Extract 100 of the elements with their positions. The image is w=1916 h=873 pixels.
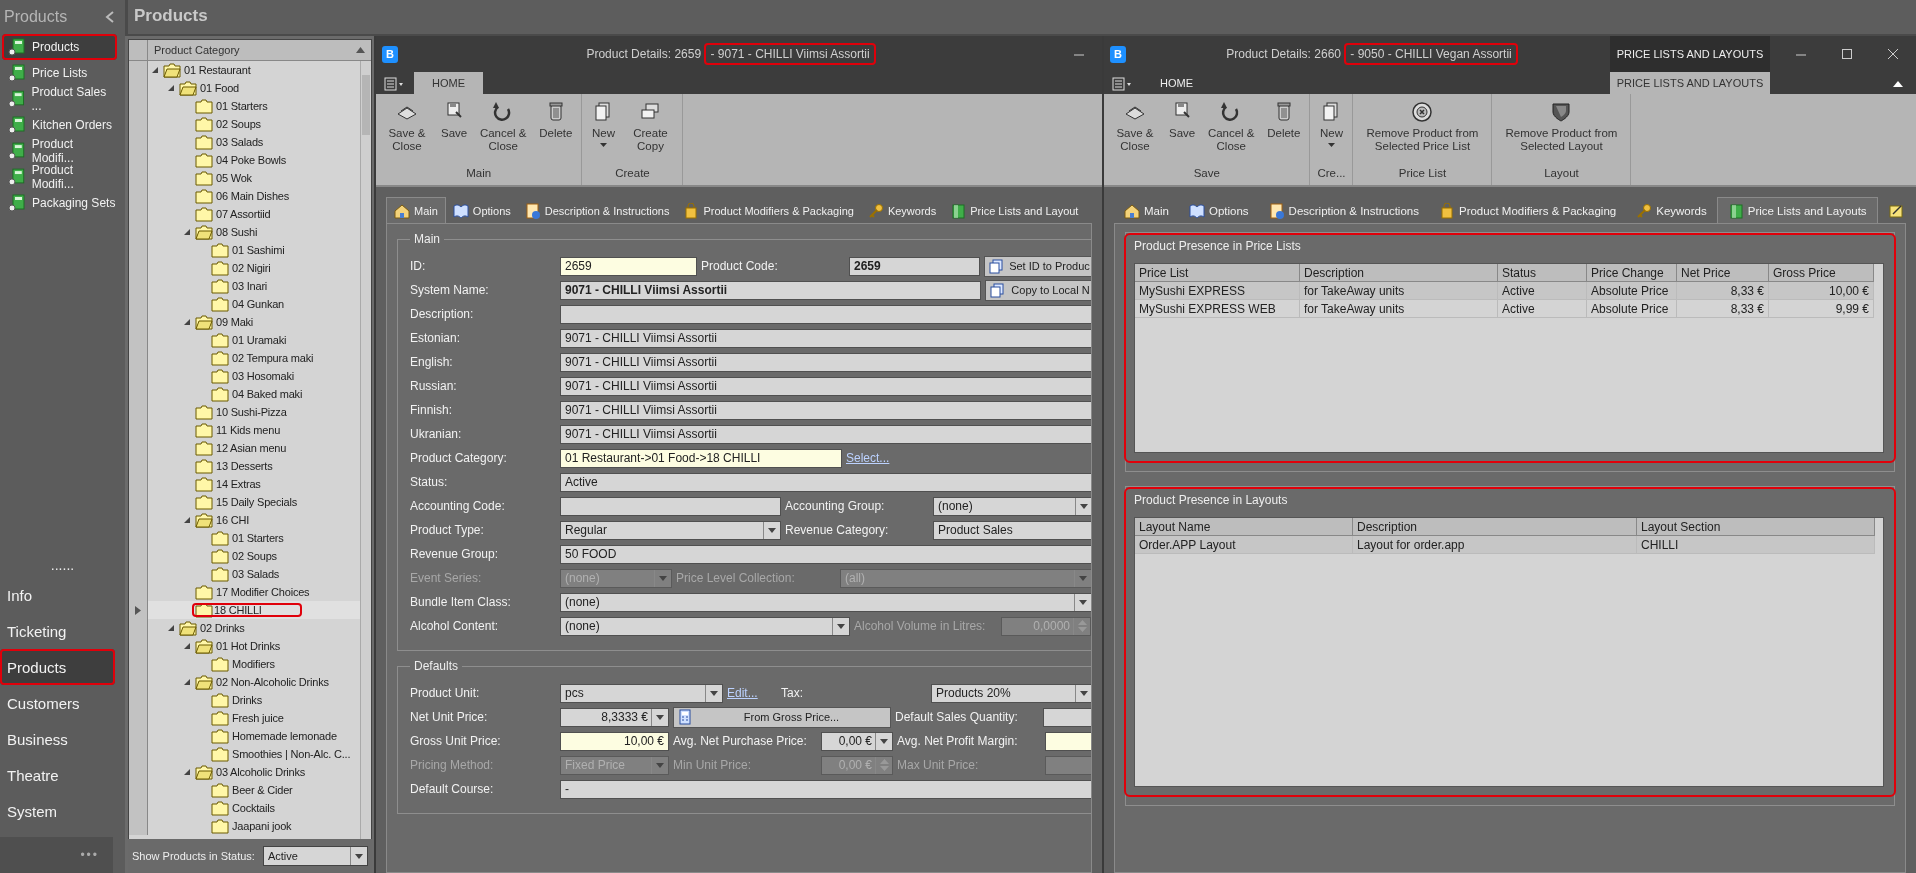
menu-icon[interactable] [384, 77, 404, 91]
tab[interactable]: Price Lists and Layouts [1716, 197, 1878, 223]
ribbon-button[interactable]: Save & Close [1108, 100, 1162, 153]
tab[interactable]: Description & Instructions [517, 199, 677, 223]
input-field[interactable]: 01 Restaurant->01 Food->18 CHILLI [560, 448, 842, 468]
tree-row[interactable]: 16 CHI [129, 511, 360, 529]
nav-item[interactable]: Product Modifi... [2, 138, 117, 164]
tree-row[interactable]: 18 CHILLI [129, 601, 360, 619]
input-field[interactable]: - [560, 779, 1091, 799]
tree-row[interactable]: Smoothies | Non-Alc. C... [129, 745, 360, 763]
input-field[interactable]: 9071 - CHILLI Viimsi Assortii [560, 280, 981, 300]
tree-row[interactable]: 12 Asian menu [129, 439, 360, 457]
scrollbar[interactable] [360, 61, 371, 839]
nav-section[interactable]: Customers [0, 685, 115, 721]
tree-row[interactable]: 11 Kids menu [129, 421, 360, 439]
column-header[interactable]: Price Change [1587, 264, 1677, 282]
nav-section[interactable]: Business [0, 721, 115, 757]
input-field[interactable]: Active [560, 472, 1091, 492]
tree-row[interactable]: 01 Sashimi [129, 241, 360, 259]
input-field[interactable] [560, 304, 1091, 324]
tree-row[interactable]: 10 Sushi-Pizza [129, 403, 360, 421]
tab[interactable]: Product Modifiers & Packaging [1428, 199, 1627, 223]
tree-row[interactable]: 04 Gunkan [129, 295, 360, 313]
tree-row[interactable]: 08 Sushi [129, 223, 360, 241]
input-field[interactable]: 2659 [849, 256, 980, 276]
tree-row[interactable]: 03 Hosomaki [129, 367, 360, 385]
tree-row[interactable]: 01 Uramaki [129, 331, 360, 349]
ribbon-button[interactable]: Remove Product from Selected Layout [1496, 100, 1627, 153]
tab[interactable]: Main [386, 197, 446, 223]
input-field[interactable]: 2659 [560, 256, 697, 276]
dropdown[interactable]: (none) [560, 592, 1091, 612]
dropdown[interactable]: Products 20% [931, 683, 1091, 703]
tree-row[interactable]: 02 Nigiri [129, 259, 360, 277]
button[interactable]: Copy to Local N [985, 279, 1091, 301]
column-header[interactable]: Description [1353, 518, 1637, 536]
ribbon-tab[interactable]: PRICE LISTS AND LAYOUTS [1610, 72, 1770, 94]
tree-row[interactable]: 07 Assortiid [129, 205, 360, 223]
ribbon-button[interactable]: Save [436, 100, 473, 140]
tree-row[interactable]: Modifiers [129, 655, 360, 673]
ribbon-tab[interactable]: HOME [1142, 72, 1211, 94]
nav-section[interactable]: Info [0, 577, 115, 613]
ribbon-button[interactable]: Cancel & Close [474, 100, 533, 153]
status-dropdown[interactable]: Active [262, 846, 368, 866]
tree-row[interactable]: Fresh juice [129, 709, 360, 727]
tab[interactable]: Options [1178, 199, 1259, 223]
tree-row[interactable]: 01 Restaurant [129, 61, 360, 79]
column-header[interactable]: Net Price [1677, 264, 1769, 282]
collapse-arrow-icon[interactable] [167, 624, 175, 632]
column-header[interactable]: Status [1498, 264, 1587, 282]
tree-row[interactable]: 15 Daily Specials [129, 493, 360, 511]
tree-row[interactable]: 09 Maki [129, 313, 360, 331]
tree-row[interactable]: 02 Soups [129, 547, 360, 565]
input-field[interactable]: 9071 - CHILLI Viimsi Assortii [560, 400, 1091, 420]
nav-section[interactable]: System [0, 793, 115, 829]
dropdown[interactable]: (none) [560, 616, 850, 636]
collapse-arrow-icon[interactable] [183, 516, 191, 524]
column-header[interactable]: Price List [1135, 264, 1300, 282]
button[interactable]: From Gross Price... [673, 706, 891, 728]
tab[interactable]: Product Modifiers & Packaging [676, 199, 861, 223]
ribbon-button[interactable]: Save [1164, 100, 1201, 140]
tab[interactable]: Keywords [860, 199, 944, 223]
link[interactable]: Edit... [727, 686, 758, 700]
tree-row[interactable]: 14 Extras [129, 475, 360, 493]
tree-row[interactable]: Cocktails [129, 799, 360, 817]
tree-row[interactable]: Jaapani jook [129, 817, 360, 835]
nav-section[interactable]: Ticketing [0, 613, 115, 649]
nav-item[interactable]: Product Modifi... [2, 164, 117, 190]
input-field[interactable]: 10,00 € [560, 731, 669, 751]
tree-row[interactable]: Beer & Cider [129, 781, 360, 799]
collapse-arrow-icon[interactable] [183, 228, 191, 236]
ribbon-button[interactable]: Create Copy [622, 100, 679, 153]
input-field[interactable]: 9071 - CHILLI Viimsi Assortii [560, 328, 1091, 348]
tree-row[interactable]: Drinks [129, 691, 360, 709]
tree-row[interactable]: 02 Tempura maki [129, 349, 360, 367]
column-header[interactable]: Description [1300, 264, 1498, 282]
dropdown[interactable]: (none) [933, 496, 1091, 516]
tree-row[interactable]: 01 Food [129, 79, 360, 97]
tree-row[interactable]: Homemade lemonade [129, 727, 360, 745]
tree-row[interactable]: 02 Drinks [129, 619, 360, 637]
column-header[interactable]: Layout Section [1637, 518, 1875, 536]
ribbon-button[interactable]: Save & Close [380, 100, 434, 153]
tree-row[interactable]: 02 Soups [129, 115, 360, 133]
button[interactable]: Set ID to Produc [984, 255, 1091, 277]
tree-row[interactable]: 01 Starters [129, 529, 360, 547]
link[interactable]: Select... [846, 451, 890, 465]
collapse-icon[interactable] [105, 11, 115, 23]
tree-row[interactable]: 03 Salads [129, 133, 360, 151]
nav-section[interactable]: Theatre [0, 757, 115, 793]
ribbon-button[interactable]: Delete [1262, 100, 1306, 140]
menu-icon[interactable] [1112, 77, 1132, 91]
ribbon-button[interactable]: Cancel & Close [1202, 100, 1261, 153]
tree-row[interactable]: 03 Inari [129, 277, 360, 295]
tree-row[interactable]: 01 Hot Drinks [129, 637, 360, 655]
nav-item[interactable]: Price Lists [2, 60, 117, 86]
tree-row[interactable]: 04 Baked maki [129, 385, 360, 403]
input-field[interactable]: 9071 - CHILLI Viimsi Assortii [560, 352, 1091, 372]
collapse-arrow-icon[interactable] [167, 84, 175, 92]
tree-row[interactable]: 04 Poke Bowls [129, 151, 360, 169]
input-field[interactable]: 9071 - CHILLI Viimsi Assortii [560, 424, 1091, 444]
collapse-arrow-icon[interactable] [151, 66, 159, 74]
